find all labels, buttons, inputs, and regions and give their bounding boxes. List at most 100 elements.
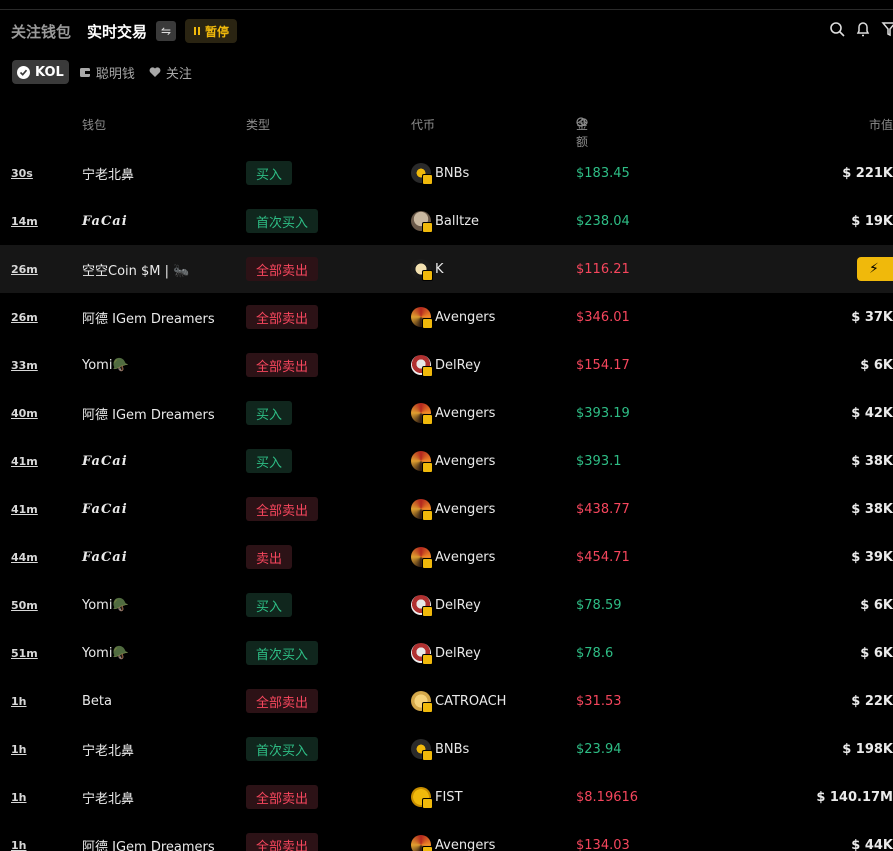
token[interactable]: Avengers bbox=[411, 485, 495, 533]
trade-amount: $454.71 bbox=[576, 549, 630, 565]
trade-type-badge: 首次买入 bbox=[246, 209, 319, 233]
token[interactable]: Avengers bbox=[411, 533, 495, 581]
table-row[interactable]: 30s 宁老北鼻 买入 BNBs $183.45 $ 221K bbox=[0, 149, 893, 197]
quick-buy-bolt-icon[interactable]: ⚡ bbox=[857, 257, 893, 281]
trade-time[interactable]: 44m bbox=[11, 533, 38, 581]
column-amount[interactable]: 金额 bbox=[576, 116, 588, 149]
table-row[interactable]: 44m FaCai 卖出 Avengers $454.71 $ 39K bbox=[0, 533, 893, 581]
trade-time[interactable]: 26m bbox=[11, 245, 38, 293]
table-row[interactable]: 1h 宁老北鼻 全部卖出 FIST $8.19616 $ 140.17M bbox=[0, 773, 893, 821]
filter-smart-money[interactable]: 聪明钱 bbox=[79, 63, 135, 82]
trade-type: 全部卖出 bbox=[246, 773, 319, 821]
market-cap: $ 38K bbox=[851, 501, 893, 517]
wallet-name[interactable]: 宁老北鼻 bbox=[82, 725, 134, 773]
trade-amount: $183.45 bbox=[576, 165, 630, 181]
filter-kol[interactable]: KOL bbox=[12, 60, 69, 84]
trade-type-badge: 买入 bbox=[246, 401, 293, 425]
trade-type: 首次买入 bbox=[246, 725, 319, 773]
token[interactable]: DelRey bbox=[411, 341, 481, 389]
table-row[interactable]: 1h 宁老北鼻 首次买入 BNBs $23.94 $ 198K bbox=[0, 725, 893, 773]
tab-live-trades[interactable]: 实时交易 bbox=[87, 21, 147, 42]
wallet-icon bbox=[79, 68, 90, 77]
trade-time[interactable]: 33m bbox=[11, 341, 38, 389]
trade-amount: $393.19 bbox=[576, 405, 630, 421]
token[interactable]: Balltze bbox=[411, 197, 479, 245]
token[interactable]: K bbox=[411, 245, 444, 293]
table-row[interactable]: 1h Beta 全部卖出 CATROACH $31.53 $ 22K bbox=[0, 677, 893, 725]
token[interactable]: BNBs bbox=[411, 725, 469, 773]
wallet-name[interactable]: Yomi🪖 bbox=[82, 629, 129, 677]
header-bar: 关注钱包 实时交易 ⇋ 暂停 bbox=[11, 18, 893, 44]
trade-amount: $31.53 bbox=[576, 693, 622, 709]
trade-time[interactable]: 41m bbox=[11, 485, 38, 533]
wallet-name[interactable]: 阿德 IGem Dreamers bbox=[82, 389, 215, 437]
trade-time[interactable]: 30s bbox=[11, 149, 33, 197]
token[interactable]: Avengers bbox=[411, 437, 495, 485]
token-symbol: Avengers bbox=[435, 837, 496, 851]
wallet-name[interactable]: 阿德 IGem Dreamers bbox=[82, 293, 215, 341]
filter-follow-label: 关注 bbox=[165, 66, 192, 82]
wallet-name[interactable]: Yomi🪖 bbox=[82, 581, 129, 629]
table-row[interactable]: 14m FaCai 首次买入 Balltze $238.04 $ 19K bbox=[0, 197, 893, 245]
avengers-token-icon bbox=[411, 403, 433, 425]
filter-icon[interactable] bbox=[881, 21, 893, 37]
table-row[interactable]: 26m 阿德 IGem Dreamers 全部卖出 Avengers $346.… bbox=[0, 293, 893, 341]
table-row[interactable]: 26m 空空Coin $M | 🐜 全部卖出 K $116.21 ⚡ bbox=[0, 245, 893, 293]
token[interactable]: Avengers bbox=[411, 821, 495, 851]
token[interactable]: CATROACH bbox=[411, 677, 506, 725]
wallet-name[interactable]: 宁老北鼻 bbox=[82, 149, 134, 197]
token[interactable]: Avengers bbox=[411, 389, 495, 437]
trade-type-badge: 全部卖出 bbox=[246, 689, 319, 713]
table-row[interactable]: 50m Yomi🪖 买入 DelRey $78.59 $ 6K bbox=[0, 581, 893, 629]
filter-kol-label: KOL bbox=[35, 64, 64, 80]
wallet-name[interactable]: FaCai bbox=[82, 437, 128, 485]
trade-time[interactable]: 40m bbox=[11, 389, 38, 437]
trade-time[interactable]: 14m bbox=[11, 197, 38, 245]
tab-follow-wallets[interactable]: 关注钱包 bbox=[11, 21, 71, 42]
table-row[interactable]: 40m 阿德 IGem Dreamers 买入 Avengers $393.19… bbox=[0, 389, 893, 437]
table-row[interactable]: 41m FaCai 全部卖出 Avengers $438.77 $ 38K bbox=[0, 485, 893, 533]
filter-follow[interactable]: 关注 bbox=[149, 63, 192, 82]
trade-type-badge: 全部卖出 bbox=[246, 785, 319, 809]
wallet-name[interactable]: 空空Coin $M | 🐜 bbox=[82, 245, 189, 293]
wallet-name[interactable]: FaCai bbox=[82, 197, 128, 245]
pause-button[interactable]: 暂停 bbox=[185, 19, 238, 43]
table-row[interactable]: 33m Yomi🪖 全部卖出 DelRey $154.17 $ 6K bbox=[0, 341, 893, 389]
search-icon[interactable] bbox=[829, 21, 845, 37]
trade-list: 30s 宁老北鼻 买入 BNBs $183.45 $ 221K 14m FaCa… bbox=[0, 149, 893, 851]
trade-type: 卖出 bbox=[246, 533, 293, 581]
trade-type: 全部卖出 bbox=[246, 293, 319, 341]
token[interactable]: DelRey bbox=[411, 581, 481, 629]
token[interactable]: Avengers bbox=[411, 293, 495, 341]
wallet-name[interactable]: 宁老北鼻 bbox=[82, 773, 134, 821]
wallet-name[interactable]: Beta bbox=[82, 677, 112, 725]
token-symbol: BNBs bbox=[435, 741, 470, 757]
trade-type-badge: 买入 bbox=[246, 593, 293, 617]
table-row[interactable]: 51m Yomi🪖 首次买入 DelRey $78.6 $ 6K bbox=[0, 629, 893, 677]
trade-type-badge: 首次买入 bbox=[246, 641, 319, 665]
trade-time[interactable]: 26m bbox=[11, 293, 38, 341]
wallet-name[interactable]: 阿德 IGem Dreamers bbox=[82, 821, 215, 851]
token[interactable]: FIST bbox=[411, 773, 463, 821]
trade-time[interactable]: 1h bbox=[11, 677, 27, 725]
table-row[interactable]: 1h 阿德 IGem Dreamers 全部卖出 Avengers $134.0… bbox=[0, 821, 893, 851]
trade-time[interactable]: 41m bbox=[11, 437, 38, 485]
trade-time[interactable]: 1h bbox=[11, 725, 27, 773]
token[interactable]: BNBs bbox=[411, 149, 469, 197]
swap-icon[interactable]: ⇋ bbox=[156, 21, 177, 41]
wallet-name[interactable]: FaCai bbox=[82, 485, 128, 533]
check-icon bbox=[17, 65, 30, 79]
column-type: 类型 bbox=[246, 118, 271, 132]
trade-time[interactable]: 51m bbox=[11, 629, 38, 677]
delrey-token-icon bbox=[411, 595, 433, 617]
trade-time[interactable]: 1h bbox=[11, 773, 27, 821]
trade-time[interactable]: 1h bbox=[11, 821, 27, 851]
market-cap: $ 44K bbox=[851, 837, 893, 851]
bell-icon[interactable] bbox=[855, 21, 871, 37]
table-row[interactable]: 41m FaCai 买入 Avengers $393.1 $ 38K bbox=[0, 437, 893, 485]
trade-time[interactable]: 50m bbox=[11, 581, 38, 629]
wallet-name[interactable]: FaCai bbox=[82, 533, 128, 581]
wallet-name[interactable]: Yomi🪖 bbox=[82, 341, 129, 389]
column-wallet: 钱包 bbox=[82, 118, 107, 132]
token[interactable]: DelRey bbox=[411, 629, 481, 677]
